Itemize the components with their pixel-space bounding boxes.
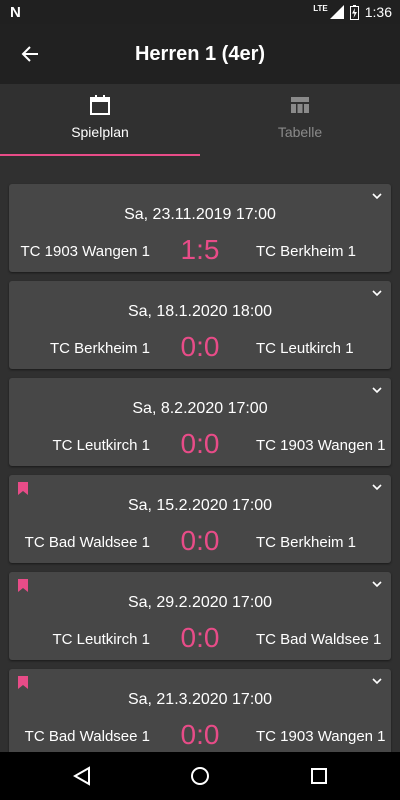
status-bar: N LTE 1:36	[0, 0, 400, 24]
away-team: TC Bad Waldsee 1	[256, 631, 382, 648]
away-team: TC Berkheim 1	[256, 243, 357, 260]
match-list: Sa, 23.11.2019 17:00 TC 1903 Wangen 1 1:…	[0, 176, 400, 752]
signal-icon	[329, 5, 344, 19]
chevron-down-icon[interactable]	[371, 481, 383, 493]
app-bar: Herren 1 (4er)	[0, 24, 400, 84]
match-date: Sa, 29.2.2020 17:00	[127, 594, 273, 611]
away-team: TC 1903 Wangen 1	[256, 728, 386, 745]
bookmark-icon	[18, 579, 28, 592]
tab-tabelle[interactable]: Tabelle	[200, 84, 400, 158]
tab-indicator	[0, 154, 200, 156]
tab-spielplan[interactable]: Spielplan	[0, 84, 200, 158]
clock: 1:36	[364, 4, 392, 20]
nav-recents-icon[interactable]	[307, 764, 331, 788]
nav-home-icon[interactable]	[188, 764, 212, 788]
notification-n-icon: N	[10, 4, 21, 21]
match-card[interactable]: Sa, 23.11.2019 17:00 TC 1903 Wangen 1 1:…	[9, 184, 391, 272]
battery-icon	[349, 4, 359, 20]
match-card[interactable]: Sa, 29.2.2020 17:00 TC Leutkirch 1 0:0 T…	[9, 572, 391, 660]
tab-label: Tabelle	[277, 124, 323, 140]
away-team: TC Berkheim 1	[256, 534, 357, 551]
tab-bar: Spielplan Tabelle	[0, 84, 400, 158]
match-date: Sa, 23.11.2019 17:00	[124, 206, 276, 223]
nav-back-icon[interactable]	[70, 764, 94, 788]
chevron-down-icon[interactable]	[371, 190, 383, 202]
match-date: Sa, 15.2.2020 17:00	[127, 497, 273, 514]
match-card[interactable]: Sa, 8.2.2020 17:00 TC Leutkirch 1 0:0 TC…	[9, 378, 391, 466]
match-card[interactable]: Sa, 18.1.2020 18:00 TC Berkheim 1 0:0 TC…	[9, 281, 391, 369]
match-date: Sa, 18.1.2020 18:00	[127, 303, 273, 320]
chevron-down-icon[interactable]	[371, 384, 383, 396]
match-card[interactable]: Sa, 15.2.2020 17:00 TC Bad Waldsee 1 0:0…	[9, 475, 391, 563]
away-team: TC 1903 Wangen 1	[256, 437, 386, 454]
table-icon	[291, 97, 309, 113]
chevron-down-icon[interactable]	[371, 675, 383, 687]
away-team: TC Leutkirch 1	[256, 340, 354, 357]
bookmark-icon	[18, 482, 28, 495]
match-card[interactable]: Sa, 21.3.2020 17:00 TC Bad Waldsee 1 0:0…	[9, 669, 391, 752]
system-nav-bar	[0, 752, 400, 800]
calendar-icon	[90, 95, 110, 115]
page-title: Herren 1 (4er)	[134, 43, 266, 65]
match-date: Sa, 8.2.2020 17:00	[132, 400, 268, 417]
chevron-down-icon[interactable]	[371, 287, 383, 299]
network-type: LTE	[313, 3, 328, 13]
tab-label: Spielplan	[71, 124, 129, 140]
match-date: Sa, 21.3.2020 17:00	[127, 691, 273, 708]
chevron-down-icon[interactable]	[371, 578, 383, 590]
bookmark-icon	[18, 676, 28, 689]
